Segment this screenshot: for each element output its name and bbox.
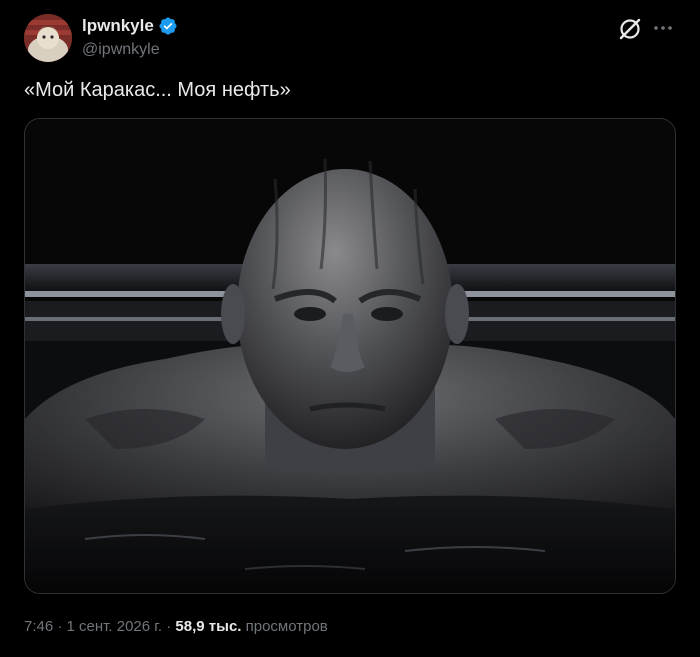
grok-icon: [619, 18, 641, 40]
author-names: lpwnkyle @ipwnkyle: [82, 15, 178, 60]
meta-separator: ·: [57, 618, 63, 635]
more-button[interactable]: [652, 18, 674, 38]
tweet-text: «Мой Каракас... Моя нефть»: [24, 79, 291, 101]
grok-button[interactable]: [617, 16, 643, 42]
avatar-image: [24, 14, 72, 62]
oil-figure-image: [25, 119, 675, 593]
views-count: 58,9 тыс.: [175, 618, 242, 635]
display-name[interactable]: lpwnkyle: [82, 15, 154, 37]
verified-badge-icon[interactable]: [158, 16, 178, 36]
tweet-meta: 7:46 · 1 сент. 2026 г. · 58,9 тыс. просм…: [24, 617, 328, 637]
tweet-time[interactable]: 7:46: [24, 618, 53, 635]
more-icon: [654, 26, 672, 30]
tweet: lpwnkyle @ipwnkyle «Мой Каракас... Моя н…: [0, 0, 700, 657]
tweet-date[interactable]: 1 сент. 2026 г.: [67, 618, 163, 635]
handle[interactable]: @ipwnkyle: [82, 40, 178, 60]
views-label: просмотров: [245, 618, 328, 635]
avatar[interactable]: [24, 14, 72, 62]
display-name-row: lpwnkyle: [82, 15, 178, 37]
meta-separator: ·: [166, 618, 172, 635]
tweet-media[interactable]: [24, 118, 676, 594]
